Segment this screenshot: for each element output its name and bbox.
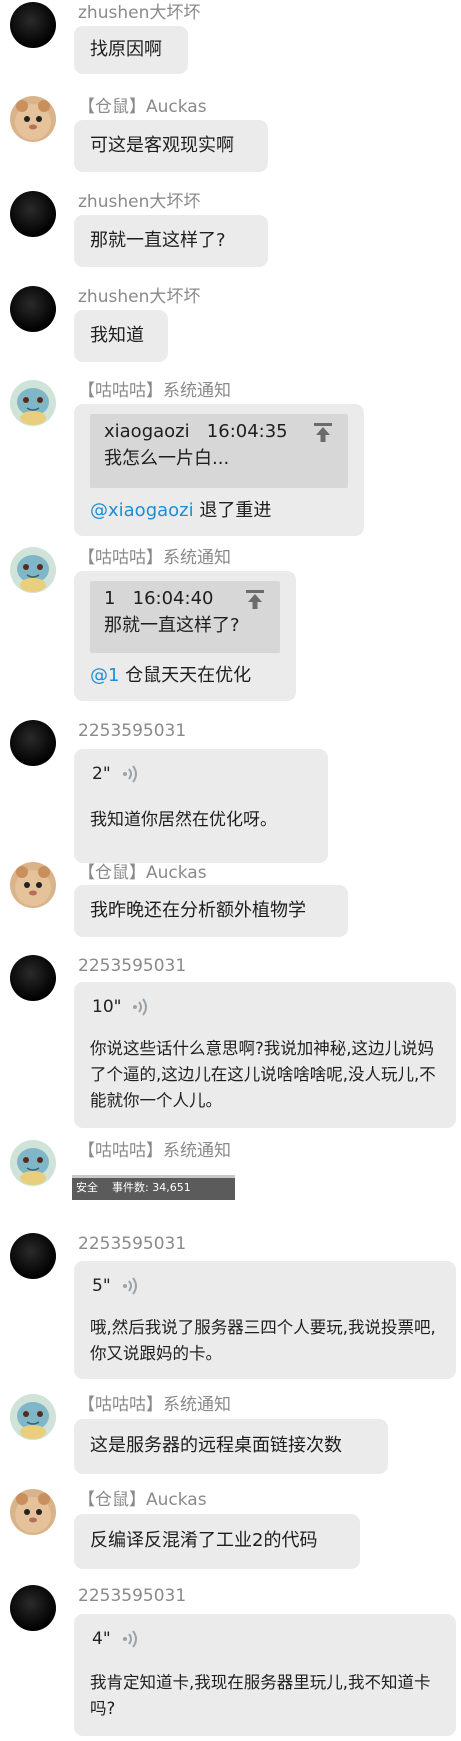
- screenshot-event-count: 事件数: 34,651: [112, 1181, 191, 1194]
- avatar[interactable]: [10, 1394, 56, 1440]
- avatar[interactable]: [10, 862, 56, 908]
- hamster-avatar-icon: [15, 100, 51, 140]
- message-text-body: 仓鼠天天在优化: [119, 665, 252, 686]
- voice-duration: 10": [92, 997, 122, 1017]
- sender-name: 【仓鼠】Auckas: [78, 1490, 207, 1510]
- sender-name: 【仓鼠】Auckas: [78, 97, 207, 117]
- sender-name: 【仓鼠】Auckas: [78, 863, 207, 883]
- message-bubble[interactable]: 找原因啊: [74, 26, 188, 74]
- message-text: 反编译反混淆了工业2的代码: [90, 1530, 318, 1551]
- voice-message-bubble[interactable]: 10" 你说这些话什么意思啊?我说加神秘,这边儿说妈了个逼的,这边儿在这儿说啥啥…: [74, 982, 456, 1128]
- turtle-avatar-icon: [17, 388, 49, 425]
- message-bubble[interactable]: 1 16:04:40 那就一直这样了? @1 仓鼠天天在优化: [74, 571, 296, 701]
- sound-wave-icon: [122, 765, 137, 783]
- sender-name: 【咕咕咕】系统通知: [78, 381, 231, 401]
- quote-time: 16:04:40: [132, 588, 214, 609]
- message-text-body: 退了重进: [193, 500, 272, 521]
- hamster-avatar-icon: [15, 1493, 51, 1533]
- sender-name: 2253595031: [78, 1234, 187, 1254]
- mention-link[interactable]: @xiaogaozi: [90, 500, 194, 521]
- message-text: @xiaogaozi 退了重进: [74, 488, 364, 524]
- message-text: 可这是客观现实啊: [90, 135, 234, 156]
- voice-message-bubble[interactable]: 5" 哦,然后我说了服务器三四个人要玩,我说投票吧,你又说跟妈的卡。: [74, 1261, 456, 1379]
- sender-name: zhushen大坏坏: [78, 287, 201, 307]
- avatar[interactable]: [10, 286, 56, 332]
- quote-text: 我怎么一片白...: [104, 448, 230, 469]
- hamster-avatar-icon: [15, 866, 51, 906]
- arrow-up-bar-icon[interactable]: [244, 588, 266, 610]
- sender-name: zhushen大坏坏: [78, 192, 201, 212]
- sender-name: 2253595031: [78, 721, 187, 741]
- avatar[interactable]: [10, 1585, 56, 1631]
- sound-wave-icon: [133, 998, 148, 1016]
- message-bubble[interactable]: 这是服务器的远程桌面链接次数: [74, 1419, 388, 1474]
- voice-duration: 5": [92, 1276, 111, 1296]
- mention-link[interactable]: @1: [90, 665, 119, 686]
- avatar[interactable]: [10, 1489, 56, 1535]
- quote-text: 那就一直这样了?: [104, 615, 240, 636]
- message-text: 这是服务器的远程桌面链接次数: [90, 1435, 342, 1456]
- transcript-text: 我知道你居然在优化呀。: [90, 810, 277, 830]
- transcript-text: 我肯定知道卡,我现在服务器里玩儿,我不知道卡吗?: [90, 1673, 431, 1718]
- sender-name: 【咕咕咕】系统通知: [78, 548, 231, 568]
- avatar[interactable]: [10, 191, 56, 237]
- turtle-avatar-icon: [17, 1148, 49, 1185]
- voice-message-bubble[interactable]: 2" 我知道你居然在优化呀。: [74, 749, 328, 863]
- chat-thread: zhushen大坏坏 找原因啊 【仓鼠】Auckas 可这是客观现实啊 zhus…: [0, 0, 461, 1741]
- message-bubble[interactable]: 我知道: [74, 310, 168, 362]
- quote-time: 16:04:35: [206, 421, 288, 442]
- transcript-text: 哦,然后我说了服务器三四个人要玩,我说投票吧,你又说跟妈的卡。: [90, 1318, 436, 1363]
- sender-name: 2253595031: [78, 956, 187, 976]
- message-bubble[interactable]: 我昨晚还在分析额外植物学: [74, 885, 348, 937]
- voice-message-bubble[interactable]: 4" 我肯定知道卡,我现在服务器里玩儿,我不知道卡吗?: [74, 1614, 456, 1736]
- quote-user: 1: [104, 588, 116, 609]
- message-bubble[interactable]: 反编译反混淆了工业2的代码: [74, 1514, 360, 1569]
- voice-clip[interactable]: 2": [74, 749, 328, 789]
- avatar[interactable]: [10, 1233, 56, 1279]
- message-bubble[interactable]: 可这是客观现实啊: [74, 120, 268, 172]
- quote-header: xiaogaozi 16:04:35: [104, 418, 334, 446]
- sound-wave-icon: [122, 1277, 137, 1295]
- message-text: 我知道: [90, 325, 144, 346]
- arrow-up-bar-icon[interactable]: [312, 421, 334, 443]
- message-text: 那就一直这样了?: [90, 230, 226, 251]
- quoted-message[interactable]: 1 16:04:40 那就一直这样了?: [90, 581, 280, 653]
- message-text: @1 仓鼠天天在优化: [74, 653, 296, 689]
- avatar[interactable]: [10, 720, 56, 766]
- turtle-avatar-icon: [17, 555, 49, 592]
- message-bubble[interactable]: 那就一直这样了?: [74, 215, 268, 267]
- voice-clip[interactable]: 10": [74, 982, 456, 1022]
- voice-clip[interactable]: 5": [74, 1261, 456, 1301]
- avatar[interactable]: [10, 380, 56, 426]
- voice-duration: 2": [92, 764, 111, 784]
- voice-clip[interactable]: 4": [74, 1614, 456, 1654]
- sender-name: zhushen大坏坏: [78, 3, 201, 23]
- quote-header: 1 16:04:40: [104, 585, 266, 613]
- voice-duration: 4": [92, 1629, 111, 1649]
- message-text: 找原因啊: [90, 39, 162, 60]
- transcript-text: 你说这些话什么意思啊?我说加神秘,这边儿说妈了个逼的,这边儿在这儿说啥啥啥呢,没…: [90, 1039, 436, 1110]
- quoted-message[interactable]: xiaogaozi 16:04:35 我怎么一片白...: [90, 414, 348, 488]
- screenshot-label: 安全: [76, 1181, 98, 1194]
- avatar[interactable]: [10, 96, 56, 142]
- sender-name: 【咕咕咕】系统通知: [78, 1141, 231, 1161]
- quote-user: xiaogaozi: [104, 421, 190, 442]
- avatar[interactable]: [10, 547, 56, 593]
- avatar[interactable]: [10, 2, 56, 48]
- avatar[interactable]: [10, 1140, 56, 1186]
- sound-wave-icon: [122, 1630, 137, 1648]
- message-text: 我昨晚还在分析额外植物学: [90, 900, 306, 921]
- sender-name: 【咕咕咕】系统通知: [78, 1395, 231, 1415]
- turtle-avatar-icon: [17, 1402, 49, 1439]
- avatar[interactable]: [10, 955, 56, 1001]
- message-bubble[interactable]: xiaogaozi 16:04:35 我怎么一片白... @xiaogaozi …: [74, 404, 364, 536]
- sender-name: 2253595031: [78, 1586, 187, 1606]
- screenshot-image[interactable]: 安全 事件数: 34,651: [72, 1175, 235, 1200]
